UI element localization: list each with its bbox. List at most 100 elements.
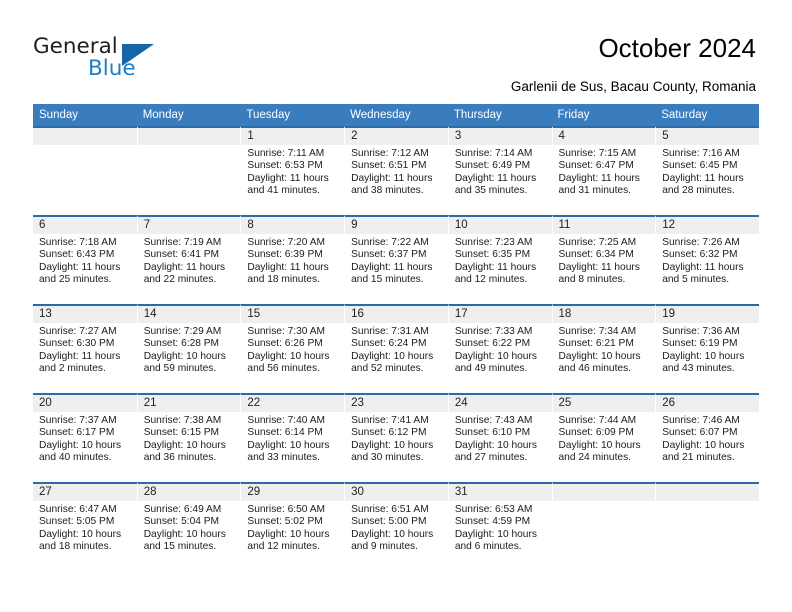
sunset-text: Sunset: 5:05 PM [39,516,115,528]
calendar-day-cell[interactable]: 2 Sunrise: 7:12 AM Sunset: 6:51 PM Daylight… [344,126,448,215]
daylight-text: and 12 minutes. [247,540,320,552]
day-sun-info: Sunrise: 7:34 AM Sunset: 6:21 PM Daylight:… [553,323,656,375]
day-number: 8 [241,217,345,234]
day-sun-info: Sunrise: 7:37 AM Sunset: 6:17 PM Daylight:… [33,412,137,464]
daylight-text: Daylight: 10 hours [39,439,122,451]
day-number: 23 [345,395,448,412]
sunrise-text: Sunrise: 7:44 AM [558,415,637,426]
calendar-day-cell[interactable]: 20 Sunrise: 7:37 AM Sunset: 6:17 PM Dayligh… [33,393,137,482]
sunset-text: Sunset: 5:04 PM [143,516,220,528]
day-sun-info: Sunrise: 7:12 AM Sunset: 6:51 PM Daylight:… [345,145,448,197]
calendar-day-cell[interactable]: 26 Sunrise: 7:46 AM Sunset: 6:07 PM Dayligh… [655,393,759,482]
daylight-text: Daylight: 11 hours [454,261,537,273]
sunrise-text: Sunrise: 6:50 AM [247,504,325,515]
day-sun-info: Sunrise: 7:30 AM Sunset: 6:26 PM Daylight:… [241,323,344,375]
calendar-day-cell[interactable]: 30 Sunrise: 6:51 AM Sunset: 5:00 PM Dayligh… [344,482,448,571]
calendar-day-cell[interactable]: 17 Sunrise: 7:33 AM Sunset: 6:22 PM Dayligh… [447,304,552,393]
weekday-header-monday: Monday [136,104,241,126]
daylight-text: Daylight: 11 hours [558,261,640,273]
day-number: 19 [656,306,759,323]
sunrise-text: Sunrise: 6:49 AM [143,504,222,515]
daylight-text: and 56 minutes. [247,362,320,374]
daylight-text: and 5 minutes. [662,273,730,285]
day-number: 7 [137,217,241,234]
calendar-day-cell[interactable]: 21 Sunrise: 7:38 AM Sunset: 6:15 PM Dayligh… [136,393,241,482]
calendar-day-cell[interactable]: 7 Sunrise: 7:19 AM Sunset: 6:41 PM Daylight… [136,215,241,304]
sunset-text: Sunset: 6:19 PM [662,338,738,350]
day-number: 28 [137,484,241,501]
daylight-text: and 38 minutes. [351,184,424,196]
daylight-text: Daylight: 11 hours [662,261,744,273]
calendar-day-cell[interactable]: 29 Sunrise: 6:50 AM Sunset: 5:02 PM Dayligh… [240,482,345,571]
day-sun-info: Sunrise: 7:22 AM Sunset: 6:37 PM Daylight:… [345,234,448,286]
calendar-header-row: Sunday Monday Tuesday Wednesday Thursday Frid… [33,104,759,126]
calendar-day-cell[interactable]: 24 Sunrise: 7:43 AM Sunset: 6:10 PM Dayligh… [447,393,552,482]
calendar-day-cell[interactable]: 13 Sunrise: 7:27 AM Sunset: 6:30 PM Dayligh… [33,304,137,393]
day-sun-info: Sunrise: 7:27 AM Sunset: 6:30 PM Daylight:… [33,323,137,375]
day-number: 30 [345,484,448,501]
day-number: 1 [241,128,345,145]
daylight-text: Daylight: 10 hours [351,439,434,451]
calendar-day-cell[interactable]: 1 Sunrise: 7:11 AM Sunset: 6:53 PM Daylight… [240,126,345,215]
calendar-day-cell[interactable]: 22 Sunrise: 7:40 AM Sunset: 6:14 PM Dayligh… [240,393,345,482]
daylight-text: Daylight: 10 hours [247,528,330,540]
calendar-day-cell[interactable]: 10 Sunrise: 7:23 AM Sunset: 6:35 PM Dayligh… [447,215,552,304]
sunrise-text: Sunrise: 7:16 AM [662,148,740,159]
day-number: 16 [345,306,448,323]
calendar-day-cell[interactable]: 25 Sunrise: 7:44 AM Sunset: 6:09 PM Dayligh… [551,393,656,482]
day-number: 20 [33,395,137,412]
calendar-day-cell[interactable]: 5 Sunrise: 7:16 AM Sunset: 6:45 PM Daylight… [655,126,759,215]
day-number: 25 [552,395,656,412]
daylight-text: Daylight: 10 hours [247,350,330,362]
calendar-day-cell[interactable]: 15 Sunrise: 7:30 AM Sunset: 6:26 PM Dayligh… [240,304,345,393]
calendar-day-cell[interactable]: 9 Sunrise: 7:22 AM Sunset: 6:37 PM Daylight… [344,215,448,304]
calendar-day-cell[interactable]: 19 Sunrise: 7:36 AM Sunset: 6:19 PM Dayligh… [655,304,759,393]
day-number: 27 [33,484,137,501]
daylight-text: and 46 minutes. [558,362,632,374]
calendar-day-cell[interactable]: 4 Sunrise: 7:15 AM Sunset: 6:47 PM Daylight… [551,126,656,215]
calendar-day-cell[interactable]: 18 Sunrise: 7:34 AM Sunset: 6:21 PM Dayligh… [551,304,656,393]
calendar-day-cell[interactable]: 11 Sunrise: 7:25 AM Sunset: 6:34 PM Dayligh… [551,215,656,304]
calendar-day-cell[interactable]: 28 Sunrise: 6:49 AM Sunset: 5:04 PM Dayligh… [136,482,241,571]
sunrise-text: Sunrise: 7:26 AM [662,237,740,248]
sunset-text: Sunset: 6:45 PM [662,160,738,172]
daylight-text: Daylight: 10 hours [454,528,537,540]
sunrise-text: Sunrise: 7:27 AM [39,326,117,337]
calendar-day-cell[interactable]: 8 Sunrise: 7:20 AM Sunset: 6:39 PM Daylight… [240,215,345,304]
calendar-day-cell[interactable]: 12 Sunrise: 7:26 AM Sunset: 6:32 PM Dayligh… [655,215,759,304]
calendar-day-cell[interactable]: 23 Sunrise: 7:41 AM Sunset: 6:12 PM Dayligh… [344,393,448,482]
general-blue-logo: General Blue [33,34,163,84]
day-number: 13 [33,306,137,323]
sunset-text: Sunset: 6:35 PM [454,249,531,261]
day-number: 12 [656,217,759,234]
sunset-text: Sunset: 6:53 PM [247,160,323,172]
calendar-day-cell[interactable]: 6 Sunrise: 7:18 AM Sunset: 6:43 PM Daylight… [33,215,137,304]
calendar-day-cell [551,482,656,571]
calendar-week-row: 1 Sunrise: 7:11 AM Sunset: 6:53 PM Daylight… [33,126,759,215]
calendar-day-cell[interactable]: 3 Sunrise: 7:14 AM Sunset: 6:49 PM Daylight… [447,126,552,215]
sunset-text: Sunset: 6:34 PM [558,249,634,261]
daylight-text: and 22 minutes. [143,273,217,285]
daylight-text: and 12 minutes. [454,273,528,285]
daylight-text: and 15 minutes. [351,273,424,285]
day-number [552,484,656,501]
calendar-day-cell[interactable]: 16 Sunrise: 7:31 AM Sunset: 6:24 PM Dayligh… [344,304,448,393]
calendar-day-cell[interactable]: 14 Sunrise: 7:29 AM Sunset: 6:28 PM Dayligh… [136,304,241,393]
day-sun-info: Sunrise: 6:53 AM Sunset: 4:59 PM Daylight:… [449,501,552,553]
daylight-text: Daylight: 10 hours [143,350,226,362]
calendar-day-cell [655,482,759,571]
daylight-text: and 49 minutes. [454,362,528,374]
day-sun-info: Sunrise: 7:41 AM Sunset: 6:12 PM Daylight:… [345,412,448,464]
day-number: 31 [448,484,552,501]
day-number: 17 [448,306,552,323]
weekday-header-thursday: Thursday [447,104,552,126]
day-sun-info: Sunrise: 7:15 AM Sunset: 6:47 PM Daylight:… [553,145,656,197]
daylight-text: Daylight: 11 hours [351,172,433,184]
sunset-text: Sunset: 6:49 PM [454,160,531,172]
daylight-text: Daylight: 10 hours [662,439,745,451]
day-number: 9 [345,217,448,234]
calendar-day-cell[interactable]: 31 Sunrise: 6:53 AM Sunset: 4:59 PM Dayligh… [447,482,552,571]
calendar-day-cell[interactable]: 27 Sunrise: 6:47 AM Sunset: 5:05 PM Dayligh… [33,482,137,571]
sunset-text: Sunset: 6:37 PM [351,249,427,261]
daylight-text: Daylight: 10 hours [662,350,745,362]
